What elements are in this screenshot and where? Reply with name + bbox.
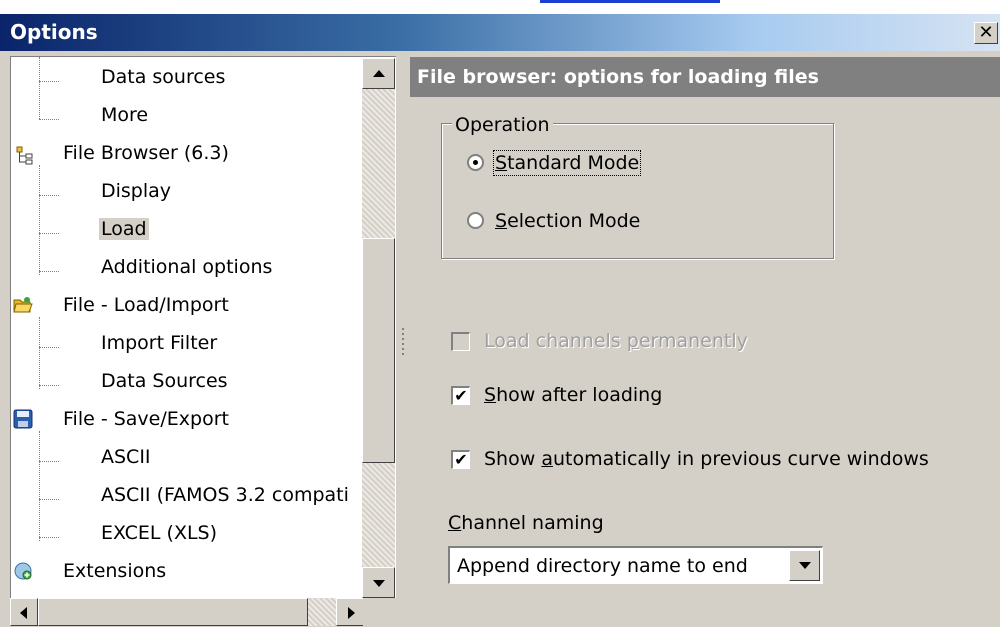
splitter-grip <box>402 328 404 358</box>
standard-mode-radio[interactable] <box>467 154 484 171</box>
tree-item-excel-xls[interactable]: EXCEL (XLS) <box>101 518 217 548</box>
tree-connector <box>39 119 59 120</box>
arrow-up-icon <box>373 70 385 77</box>
tree-item-ascii[interactable]: ASCII <box>101 442 151 472</box>
tree-connector <box>39 195 59 196</box>
load-channels-permanently-label: Load channels permanently <box>484 330 748 352</box>
scroll-thumb[interactable] <box>362 238 395 463</box>
top-strip <box>0 0 1000 14</box>
floppy-disk-icon <box>13 409 33 429</box>
tree-item-import-filter[interactable]: Import Filter <box>101 328 217 358</box>
title-bar: Options ✕ <box>0 14 1000 51</box>
tree-item-display[interactable]: Display <box>101 176 171 206</box>
tree-item-more[interactable]: More <box>101 100 148 130</box>
arrow-left-icon <box>20 607 27 619</box>
tree-connector <box>39 347 59 348</box>
arrow-down-icon <box>373 580 385 587</box>
tree-connector <box>39 385 59 386</box>
channel-naming-dropdown[interactable]: Append directory name to end <box>448 546 823 584</box>
channel-naming-label: Channel naming <box>448 512 604 534</box>
scroll-corner <box>363 598 396 627</box>
tree-connector <box>39 537 59 538</box>
tree-item-ascii-famos[interactable]: ASCII (FAMOS 3.2 compati <box>101 480 349 510</box>
standard-mode-label[interactable]: Standard Mode <box>492 150 642 176</box>
scroll-right-button[interactable] <box>336 598 364 626</box>
load-channels-permanently-checkbox[interactable] <box>451 332 470 351</box>
radio-dot <box>473 160 478 165</box>
tree-connector <box>39 461 59 462</box>
tree-item-extensions[interactable]: Extensions <box>63 556 166 586</box>
scroll-down-button[interactable] <box>362 567 395 598</box>
scroll-left-button[interactable] <box>10 598 38 626</box>
show-after-loading-checkbox[interactable]: ✔ <box>451 386 470 405</box>
show-after-loading-label[interactable]: Show after loading <box>484 384 662 406</box>
panel-header: File browser: options for loading files <box>410 57 1000 97</box>
selection-mode-radio[interactable] <box>467 212 484 229</box>
background-link-fragment <box>540 0 720 3</box>
selection-mode-label[interactable]: Selection Mode <box>495 210 640 232</box>
tree-connector <box>39 165 40 275</box>
tree-connector <box>39 499 59 500</box>
tree-connector <box>39 271 59 272</box>
tree-item-data-sources-2[interactable]: Data Sources <box>101 366 228 396</box>
options-tree: Data sources More File Browser (6.3) Dis… <box>10 56 398 625</box>
tree-horizontal-scrollbar[interactable] <box>10 598 364 626</box>
tree-connector <box>39 57 40 119</box>
tree-structure-icon <box>16 146 33 165</box>
tree-item-file-save-export[interactable]: File - Save/Export <box>63 404 229 434</box>
operation-groupbox <box>441 123 834 259</box>
close-icon: ✕ <box>978 22 994 43</box>
tree-item-data-sources[interactable]: Data sources <box>101 62 225 92</box>
show-automatically-label[interactable]: Show automatically in previous curve win… <box>484 448 929 470</box>
show-automatically-checkbox[interactable]: ✔ <box>451 450 470 469</box>
folder-open-icon <box>13 297 33 313</box>
tree-item-file-browser[interactable]: File Browser (6.3) <box>63 138 229 168</box>
operation-group-label: Operation <box>452 114 553 136</box>
extensions-icon <box>14 562 32 580</box>
tree-item-load[interactable]: Load <box>99 214 149 244</box>
tree-item-additional-options[interactable]: Additional options <box>101 252 272 282</box>
tree-vertical-scrollbar[interactable] <box>362 58 395 598</box>
tree-connector <box>39 233 59 234</box>
window-title: Options <box>10 20 98 44</box>
tree-connector <box>39 431 40 541</box>
close-button[interactable]: ✕ <box>974 22 998 44</box>
tree-connector <box>39 81 59 82</box>
chevron-down-icon <box>799 562 811 569</box>
channel-naming-value: Append directory name to end <box>457 555 748 577</box>
scroll-up-button[interactable] <box>362 58 395 89</box>
arrow-right-icon <box>348 607 355 619</box>
tree-connector <box>39 317 40 389</box>
hscroll-thumb[interactable] <box>38 598 308 626</box>
dropdown-button[interactable] <box>789 550 820 581</box>
tree-item-file-load-import[interactable]: File - Load/Import <box>63 290 229 320</box>
